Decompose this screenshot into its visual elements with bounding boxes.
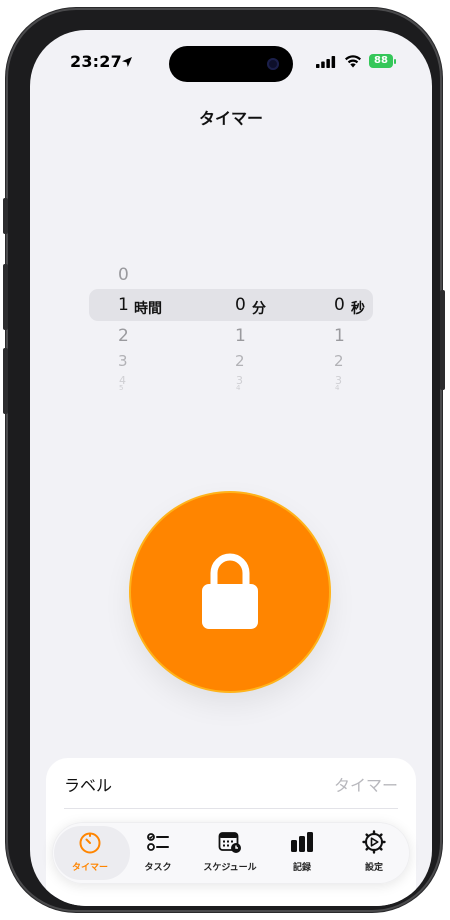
divider xyxy=(64,808,398,809)
seconds-below-value[interactable]: 4 xyxy=(335,384,339,392)
hours-unit-label: 時間 xyxy=(134,301,162,317)
dynamic-island xyxy=(169,46,293,82)
minutes-below-value[interactable]: 4 xyxy=(236,384,240,392)
label-row-value[interactable]: タイマー xyxy=(334,772,398,796)
tab-records[interactable]: 記録 xyxy=(266,822,338,884)
hours-below-value[interactable]: 5 xyxy=(119,384,123,392)
minutes-below-value[interactable]: 1 xyxy=(235,326,246,346)
tab-label: タスク xyxy=(144,863,172,873)
seconds-below-value[interactable]: 1 xyxy=(334,326,345,346)
lock-start-button[interactable] xyxy=(131,493,329,691)
wifi-icon xyxy=(345,55,361,68)
hours-selected-value[interactable]: 1 xyxy=(118,295,129,315)
tab-timer[interactable]: タイマー xyxy=(54,822,130,884)
minutes-below-value[interactable]: 2 xyxy=(235,352,245,370)
tab-settings[interactable]: 設定 xyxy=(338,822,410,884)
app-screen: 23:27 88 タイマー 0 1 時間 2 3 4 5 0 分 1 2 3 4… xyxy=(30,30,432,906)
battery-level: 88 xyxy=(369,54,393,68)
lock-icon xyxy=(202,553,258,629)
tab-bar: タイマー タスク スケジュール 記録 設定 xyxy=(52,822,410,884)
seconds-below-value[interactable]: 2 xyxy=(334,352,344,370)
hours-above-value[interactable]: 0 xyxy=(118,265,129,285)
task-list-icon xyxy=(147,833,169,851)
side-button xyxy=(440,290,445,390)
tab-label: タイマー xyxy=(71,863,108,873)
volume-up-button xyxy=(3,264,8,330)
page-title: タイマー xyxy=(198,109,263,128)
action-button xyxy=(3,198,8,234)
calendar-clock-icon xyxy=(218,832,241,853)
location-arrow-icon xyxy=(122,57,132,67)
seconds-unit-label: 秒 xyxy=(351,301,365,317)
timer-icon xyxy=(79,832,101,854)
tab-label: 設定 xyxy=(364,863,383,873)
cellular-signal-icon xyxy=(316,56,336,68)
minutes-selected-value[interactable]: 0 xyxy=(235,295,246,315)
tab-tasks[interactable]: タスク xyxy=(122,822,194,884)
seconds-selected-value[interactable]: 0 xyxy=(334,295,345,315)
hours-below-value[interactable]: 3 xyxy=(118,352,128,370)
bar-chart-icon xyxy=(291,832,313,852)
phone-frame: 23:27 88 タイマー 0 1 時間 2 3 4 5 0 分 1 2 3 4… xyxy=(3,8,445,912)
tab-schedule[interactable]: スケジュール xyxy=(194,822,266,884)
minutes-unit-label: 分 xyxy=(252,301,266,317)
label-row-title: ラベル xyxy=(64,776,113,795)
hours-below-value[interactable]: 2 xyxy=(118,326,129,346)
status-time: 23:27 xyxy=(70,52,122,71)
tab-label: スケジュール xyxy=(203,863,257,873)
battery-tip xyxy=(394,59,396,64)
tab-label: 記録 xyxy=(292,863,311,873)
settings-gear-icon xyxy=(362,830,386,854)
camera-icon xyxy=(267,58,279,70)
picker-selection-band xyxy=(89,289,373,321)
volume-down-button xyxy=(3,348,8,414)
